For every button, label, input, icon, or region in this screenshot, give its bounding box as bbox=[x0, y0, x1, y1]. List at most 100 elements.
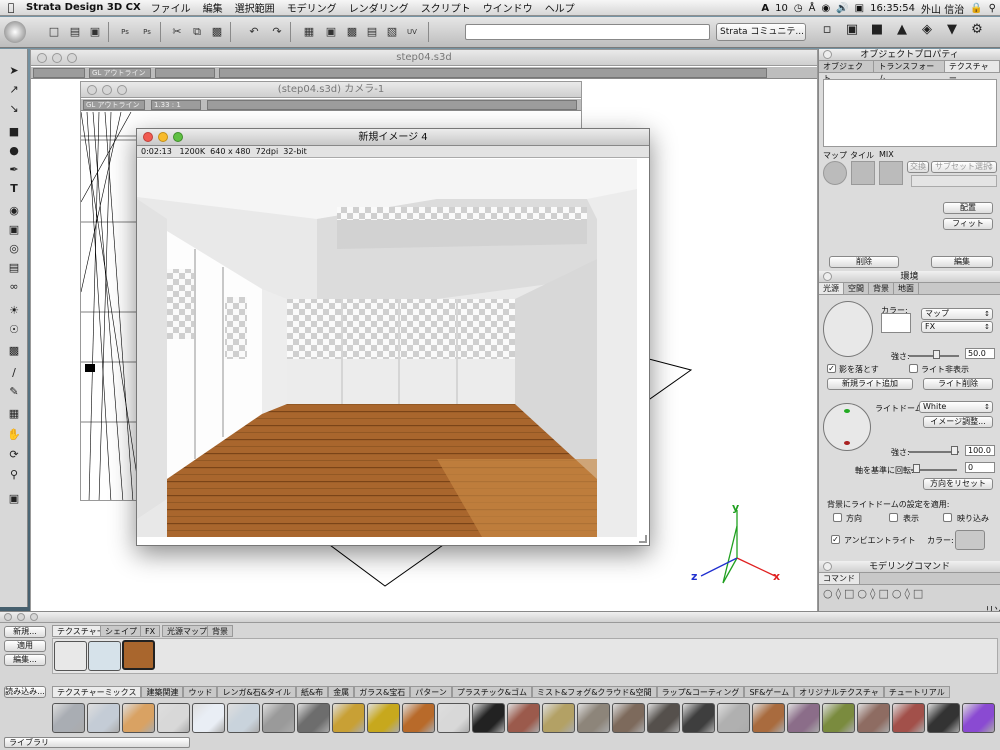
add-light-button[interactable]: 新規ライト追加 bbox=[827, 378, 913, 390]
rotate-view-icon[interactable]: ⟳ bbox=[5, 447, 23, 463]
tab-texture[interactable]: テクスチャー bbox=[944, 61, 1000, 83]
apply-direction-checkbox[interactable] bbox=[833, 513, 842, 522]
close-button[interactable] bbox=[87, 85, 97, 95]
shape-icon[interactable]: ▣ bbox=[843, 22, 861, 42]
intensity-slider-thumb[interactable] bbox=[933, 350, 940, 359]
cut-icon[interactable]: ✂ bbox=[168, 23, 186, 41]
rotate-slider-thumb[interactable] bbox=[913, 464, 920, 473]
battery-icon[interactable]: ▣ bbox=[855, 3, 864, 14]
category-brick[interactable]: レンガ&石&タイル bbox=[217, 686, 296, 698]
library-texture-swatch[interactable] bbox=[52, 703, 85, 733]
minimize-button[interactable] bbox=[102, 85, 112, 95]
category-pattern[interactable]: パターン bbox=[410, 686, 452, 698]
zoom-button[interactable] bbox=[173, 132, 183, 142]
apply-display-checkbox[interactable] bbox=[889, 513, 898, 522]
library-texture-swatch[interactable] bbox=[437, 703, 470, 733]
tab-space[interactable]: 空間 bbox=[844, 283, 869, 294]
menu-modeling[interactable]: モデリング bbox=[287, 0, 337, 15]
minimize-button[interactable] bbox=[17, 613, 25, 621]
spotlight-icon[interactable]: ⚲ bbox=[989, 3, 996, 14]
dome-intensity-field[interactable]: 100.0 bbox=[965, 445, 995, 456]
library-texture-swatch[interactable] bbox=[752, 703, 785, 733]
texture-well-swatch-1[interactable] bbox=[54, 641, 87, 671]
clock[interactable]: 16:35:54 bbox=[870, 3, 915, 14]
library-tab-shape[interactable]: シェイプ bbox=[100, 625, 142, 637]
render-icon[interactable]: ▣ bbox=[322, 23, 340, 41]
move-icon[interactable]: ↗ bbox=[5, 82, 23, 98]
modeling-commands-title[interactable]: モデリングコマンド bbox=[819, 561, 1000, 573]
library-texture-swatch[interactable] bbox=[892, 703, 925, 733]
zoom-select[interactable] bbox=[155, 68, 215, 78]
menu-script[interactable]: スクリプト bbox=[421, 0, 471, 15]
cast-shadow-checkbox[interactable]: ✓ bbox=[827, 364, 836, 373]
gear-icon[interactable]: ⚙ bbox=[968, 22, 986, 42]
cube-icon[interactable]: ■ bbox=[868, 22, 886, 42]
texture-list[interactable] bbox=[823, 79, 997, 147]
menu-selection[interactable]: 選択範囲 bbox=[235, 0, 275, 15]
library-new-button[interactable]: 新規... bbox=[4, 626, 46, 638]
library-texture-swatch[interactable] bbox=[472, 703, 505, 733]
place-button[interactable]: 配置 bbox=[943, 202, 993, 214]
category-sf-game[interactable]: SF&ゲーム bbox=[744, 686, 795, 698]
exchange-button[interactable]: 交換 bbox=[907, 161, 929, 173]
wifi-icon[interactable]: ◉ bbox=[821, 3, 830, 14]
panel-close-button[interactable] bbox=[823, 50, 832, 59]
library-texture-swatch[interactable] bbox=[227, 703, 260, 733]
sweep-icon[interactable]: ◎ bbox=[5, 241, 23, 257]
reshape-icon[interactable]: ↘ bbox=[5, 101, 23, 117]
texture-well-swatch-wood[interactable] bbox=[122, 640, 155, 670]
library-texture-swatch[interactable] bbox=[367, 703, 400, 733]
library-texture-swatch[interactable] bbox=[297, 703, 330, 733]
time-machine-icon[interactable]: ◷ bbox=[794, 3, 803, 14]
lock-icon[interactable]: 🔒 bbox=[970, 3, 982, 14]
library-texture-swatch[interactable] bbox=[542, 703, 575, 733]
strata-logo-icon[interactable] bbox=[4, 21, 26, 43]
render-camera-icon[interactable]: ▩ bbox=[343, 23, 361, 41]
command-icons-row[interactable]: ○◊□○◊□○◊□ bbox=[823, 587, 983, 607]
library-texture-swatch[interactable] bbox=[332, 703, 365, 733]
minimize-button[interactable] bbox=[158, 132, 168, 142]
category-plastic[interactable]: プラスチック&ゴム bbox=[451, 686, 532, 698]
texture-well-swatch-2[interactable] bbox=[88, 641, 121, 671]
ambient-color-swatch[interactable] bbox=[955, 530, 985, 550]
paint-icon[interactable]: ✎ bbox=[5, 384, 23, 400]
redo-icon[interactable]: ↷ bbox=[268, 23, 286, 41]
close-button[interactable] bbox=[4, 613, 12, 621]
panel-close-button[interactable] bbox=[823, 562, 832, 571]
apply-reflection-checkbox[interactable] bbox=[943, 513, 952, 522]
subset-select[interactable]: サブセット選択 bbox=[931, 161, 997, 173]
library-edit-button[interactable]: 編集... bbox=[4, 654, 46, 666]
menu-edit[interactable]: 編集 bbox=[203, 0, 223, 15]
rotate-field[interactable]: 0 bbox=[965, 462, 995, 473]
category-wrap[interactable]: ラップ&コーティング bbox=[656, 686, 745, 698]
apple-icon[interactable]:  bbox=[0, 1, 22, 14]
community-search-field[interactable] bbox=[465, 24, 710, 40]
library-texture-swatch[interactable] bbox=[262, 703, 295, 733]
community-select[interactable]: Strata コミュニテ... bbox=[716, 23, 806, 41]
panel-close-button[interactable] bbox=[823, 272, 832, 281]
library-texture-swatch[interactable] bbox=[962, 703, 995, 733]
category-wood[interactable]: ウッド bbox=[183, 686, 218, 698]
library-select[interactable]: ライブラリ bbox=[4, 737, 190, 748]
close-button[interactable] bbox=[37, 53, 47, 63]
view-mode-select[interactable]: GL アウトライン bbox=[89, 68, 151, 78]
subset-field[interactable] bbox=[911, 175, 997, 187]
lathe-icon[interactable]: ◉ bbox=[5, 203, 23, 219]
view-icon[interactable]: ▫ bbox=[818, 22, 836, 42]
category-architecture[interactable]: 建築関連 bbox=[141, 686, 184, 698]
render-view-icon[interactable]: ▣ bbox=[5, 491, 23, 507]
image-adjust-button[interactable]: イメージ調整... bbox=[923, 416, 993, 428]
deform-icon[interactable]: ∞ bbox=[5, 279, 23, 295]
library-tab-lightmap[interactable]: 光源マップ bbox=[162, 625, 212, 637]
fit-button[interactable]: フィット bbox=[943, 218, 993, 230]
camera-view-mode-select[interactable]: GL アウトライン bbox=[83, 100, 145, 110]
text-tool-icon[interactable]: T bbox=[5, 181, 23, 197]
bevel-icon[interactable]: ▤ bbox=[5, 260, 23, 276]
category-glass[interactable]: ガラス&宝石 bbox=[354, 686, 411, 698]
dome-intensity-thumb[interactable] bbox=[951, 446, 958, 455]
map-sphere-icon[interactable] bbox=[823, 161, 847, 185]
photoshop-import-icon[interactable]: Ps bbox=[138, 23, 156, 41]
zoom-button[interactable] bbox=[30, 613, 38, 621]
library-texture-swatch[interactable] bbox=[507, 703, 540, 733]
library-apply-button[interactable]: 適用 bbox=[4, 640, 46, 652]
